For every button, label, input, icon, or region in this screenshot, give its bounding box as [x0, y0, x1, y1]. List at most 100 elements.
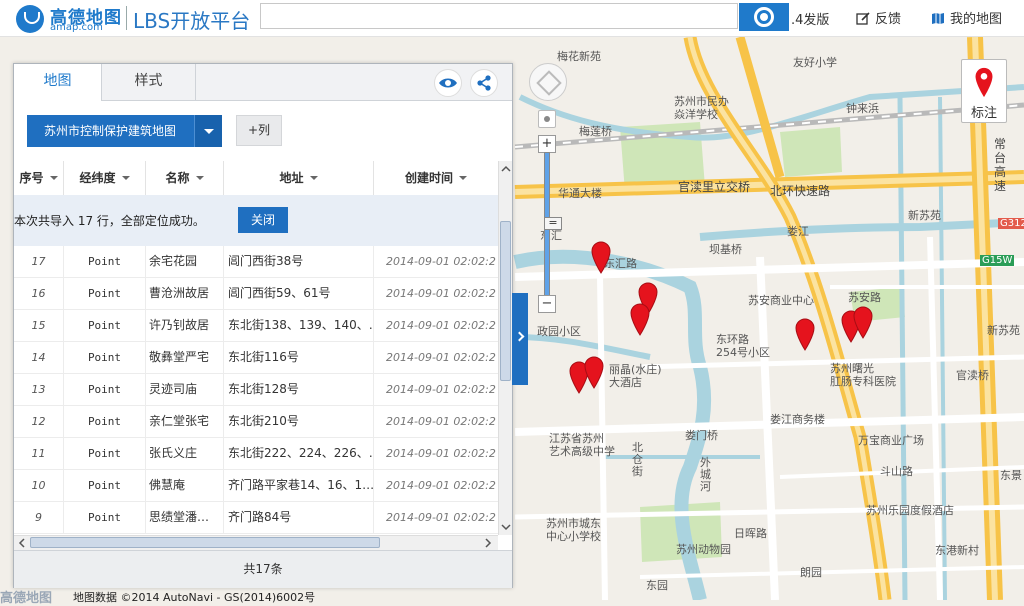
map-pin-icon[interactable] [852, 305, 874, 339]
table-row[interactable]: 14 Point 敬彝堂严宅 东北街116号 2014-09-01 02:02:2 [14, 342, 498, 374]
cell-address: 齐门路平家巷14、16、1… [224, 470, 374, 501]
column-header-geo[interactable]: 经纬度 [64, 161, 146, 195]
map-label[interactable]: 苏州曙光 肛肠专科医院 [830, 362, 896, 388]
map-label[interactable]: 苏州动物园 [676, 541, 731, 557]
search-input[interactable] [260, 3, 738, 29]
map-label[interactable]: 东港新村 [935, 542, 979, 558]
cell-address: 齐门路84号 [224, 502, 374, 533]
column-header-address[interactable]: 地址 [224, 161, 374, 195]
map-label[interactable]: 常台高速 [994, 137, 1006, 193]
map-label[interactable]: 娄江 [787, 223, 809, 239]
cell-created: 2014-09-01 02:02:2 [386, 319, 496, 332]
tab-map[interactable]: 地图 [14, 64, 102, 101]
map-label[interactable]: 东景 [1000, 467, 1022, 483]
scroll-right-icon[interactable] [482, 537, 494, 549]
zoom-reset-button[interactable] [538, 110, 556, 128]
map-label[interactable]: 苏安商业中心 [748, 292, 814, 308]
map-label[interactable]: 外城河 [700, 457, 712, 493]
table-row[interactable]: 10 Point 佛慧庵 齐门路平家巷14、16、1… 2014-09-01 02:02… [14, 470, 498, 502]
vertical-scrollbar[interactable] [498, 161, 512, 535]
zoom-slider-track[interactable]: = [544, 152, 562, 297]
map-pin-icon[interactable] [629, 302, 651, 336]
close-button[interactable]: 关闭 [238, 207, 288, 233]
map-label[interactable]: 政园小区 [537, 323, 581, 339]
feedback-link[interactable]: 反馈 [856, 8, 901, 27]
add-column-button[interactable]: +列 [236, 115, 282, 146]
cell-no: 14 [14, 342, 64, 373]
mark-label: 标注 [970, 106, 997, 121]
map-label[interactable]: 万宝商业广场 [858, 432, 924, 448]
map-pin-icon[interactable] [590, 240, 612, 274]
table-row[interactable]: 15 Point 许乃钊故居 东北街138、139、140、… 2014-09-01 0… [14, 310, 498, 342]
horizontal-scrollbar[interactable] [14, 535, 498, 550]
highway-shield[interactable]: G15W [980, 255, 1015, 266]
map-label[interactable]: 新苏苑 [987, 322, 1020, 338]
zoom-in-button[interactable]: + [538, 135, 556, 153]
map-label[interactable]: 苏州市城东 中心小学校 [546, 517, 601, 543]
zoom-slider-handle[interactable]: = [544, 217, 562, 230]
map-label[interactable]: 北环快速路 [770, 182, 830, 199]
column-header-name[interactable]: 名称 [146, 161, 224, 195]
cell-address: 东北街222、224、226、… [224, 438, 374, 469]
map-label[interactable]: 丽晶(水庄) 大酒店 [609, 363, 662, 389]
sort-caret-icon [195, 176, 204, 180]
map-label[interactable]: 娄江商务楼 [770, 411, 825, 427]
map-label[interactable]: 坝基桥 [709, 241, 742, 257]
mark-button[interactable]: 标注 [961, 59, 1007, 123]
cell-geo: Point [64, 246, 146, 277]
column-label: 地址 [279, 171, 304, 185]
cell-created: 2014-09-01 02:02:2 [386, 511, 496, 524]
map-label[interactable]: 梅花新苑 [557, 48, 601, 64]
my-map-link[interactable]: 我的地图 [931, 8, 1002, 27]
horizontal-scroll-thumb[interactable] [30, 537, 380, 548]
map-label[interactable]: 江苏省苏州 艺术高级中学 [549, 432, 615, 458]
map-label[interactable]: 日晖路 [734, 525, 767, 541]
map-label[interactable]: 苏州乐园度假酒店 [866, 502, 954, 518]
table-row[interactable]: 17 Point 余宅花园 阊门西街38号 2014-09-01 02:02:2 [14, 246, 498, 278]
visibility-button[interactable] [434, 69, 462, 97]
scroll-left-icon[interactable] [16, 537, 28, 549]
cell-created: 2014-09-01 02:02:2 [386, 447, 496, 460]
vertical-scroll-thumb[interactable] [500, 221, 511, 381]
collapse-panel-button[interactable] [512, 293, 528, 385]
table-row[interactable]: 12 Point 亲仁堂张宅 东北街210号 2014-09-01 02:02:2 [14, 406, 498, 438]
share-button[interactable] [470, 69, 498, 97]
amap-logo[interactable]: 高德地图 amap.com [14, 2, 126, 34]
scroll-up-icon[interactable] [501, 163, 511, 175]
version-link[interactable]: .4发版 [791, 9, 829, 28]
map-label[interactable]: 苏安路 [848, 289, 881, 305]
map-label[interactable]: 北仓街 [632, 442, 644, 478]
map-label[interactable]: 新苏苑 [908, 207, 941, 223]
map-label[interactable]: 朗园 [800, 564, 822, 580]
table-row[interactable]: 11 Point 张氏义庄 东北街222、224、226、… 2014-09-01 02… [14, 438, 498, 470]
column-header-no[interactable]: 序号 [14, 161, 64, 195]
zoom-out-button[interactable]: − [538, 295, 556, 313]
map-label[interactable]: 钟来浜 [846, 100, 879, 116]
layer-dropdown[interactable]: 苏州市控制保护建筑地图 [27, 115, 222, 147]
highway-shield[interactable]: G312 [998, 218, 1024, 229]
map-pin-icon[interactable] [583, 355, 605, 389]
map-label[interactable]: 娄门桥 [685, 427, 718, 443]
map-label[interactable]: 华通大楼 [558, 185, 602, 201]
pan-control[interactable] [529, 63, 567, 101]
map-label[interactable]: 斗山路 [880, 463, 913, 479]
footer-logo: 高德地图 [0, 591, 53, 606]
table-row[interactable]: 13 Point 灵迹司庙 东北街128号 2014-09-01 02:02:2 [14, 374, 498, 406]
map-pin-icon[interactable] [794, 317, 816, 351]
table-row[interactable]: 9 Point 思绩堂潘… 齐门路84号 2014-09-01 02:02:2 [14, 502, 498, 534]
map-label[interactable]: 友好小学 [793, 54, 837, 70]
map-label[interactable]: 官渎桥 [956, 367, 989, 383]
column-header-created[interactable]: 创建时间 [374, 161, 498, 195]
map-label[interactable]: 东环路 254号小区 [716, 333, 770, 359]
scroll-down-icon[interactable] [501, 521, 511, 533]
map-label[interactable]: 东园 [646, 577, 668, 593]
data-table: 序号 经纬度 名称 地址 创建时间 本次共导入 17 行，全部定位成功。 关闭 … [14, 161, 512, 550]
table-row[interactable]: 16 Point 曹沧洲故居 阊门西街59、61号 2014-09-01 02:02:2 [14, 278, 498, 310]
map-label[interactable]: 苏州市民办 焱洋学校 [674, 95, 729, 121]
sort-caret-icon [121, 176, 130, 180]
map-label[interactable]: 官渎里立交桥 [678, 178, 750, 195]
chevron-down-icon[interactable] [194, 115, 222, 147]
tab-style[interactable]: 样式 [102, 64, 196, 100]
map-label[interactable]: 梅莲桥 [579, 123, 612, 139]
locate-button[interactable] [739, 3, 789, 31]
